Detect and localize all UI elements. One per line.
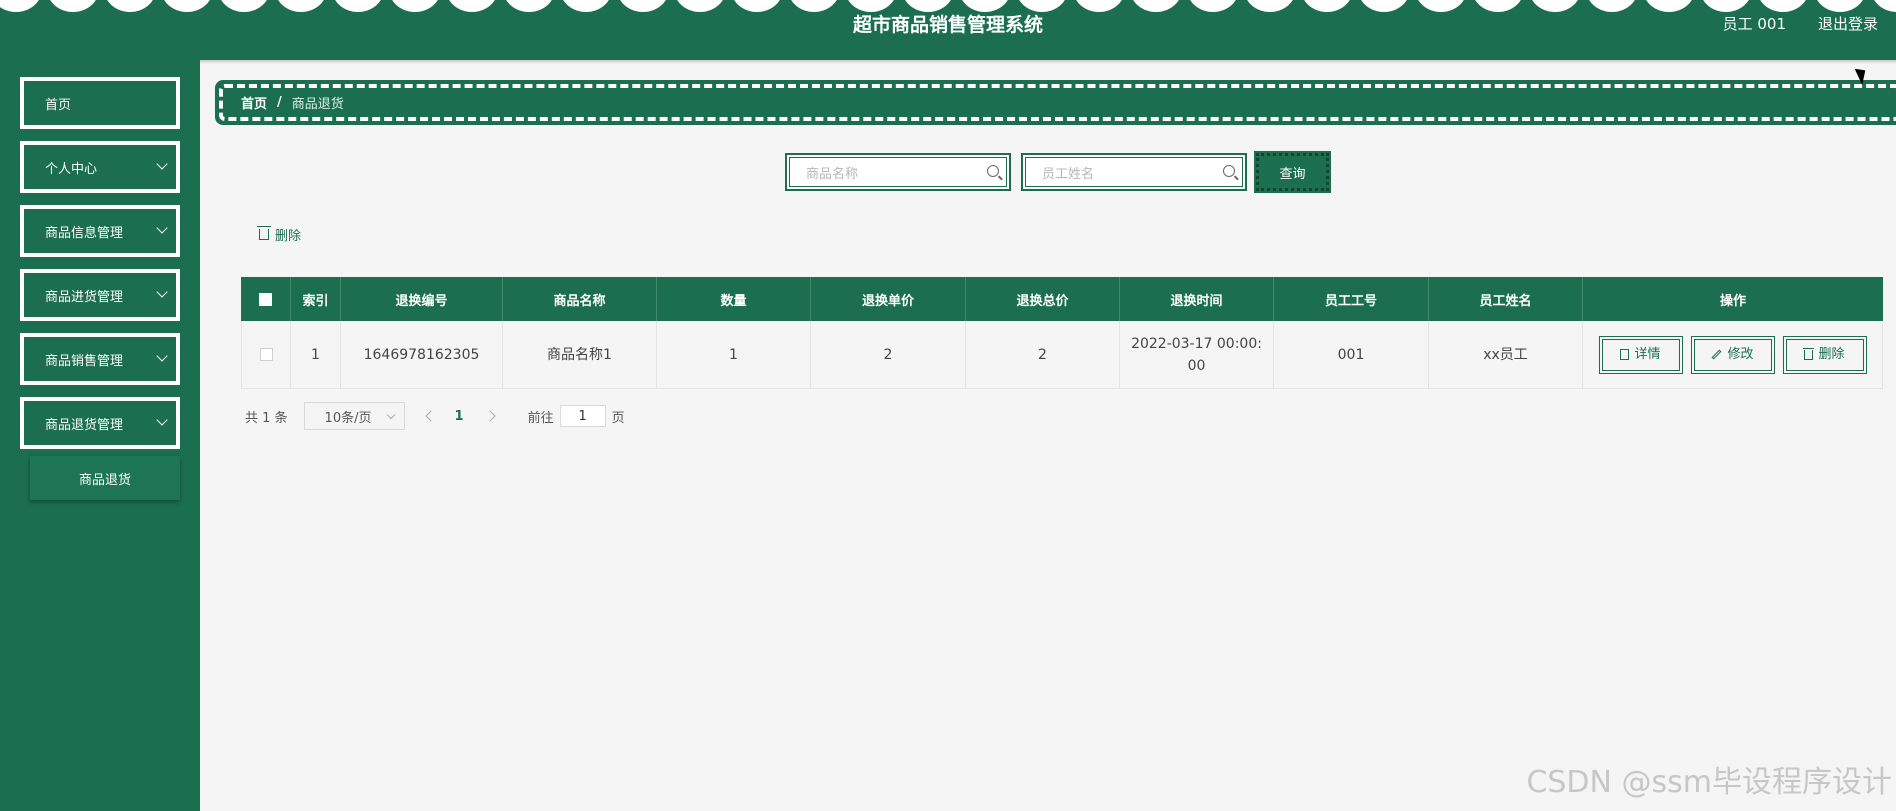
column-header: 索引 (291, 277, 341, 321)
sidebar-item-home[interactable]: 首页 (20, 77, 180, 129)
cell-product-name: 商品名称1 (503, 321, 657, 388)
breadcrumb: 首页 / 商品退货 (215, 80, 1896, 125)
returns-table: 索引 退换编号 商品名称 数量 退换单价 退换总价 退换时间 员工工号 员工姓名… (241, 277, 1883, 389)
search-icon (1223, 165, 1235, 177)
goto-page-input[interactable]: 1 (559, 405, 606, 427)
breadcrumb-inner: 首页 / 商品退货 (219, 84, 1896, 121)
cell-employee-name: xx员工 (1429, 321, 1583, 388)
select-all-checkbox[interactable] (259, 292, 272, 306)
app-title: 超市商品销售管理系统 (852, 14, 1043, 36)
sidebar-item-label: 个人中心 (45, 161, 98, 177)
header-bar: 超市商品销售管理系统 员工 001 退出登录 (0, 0, 1896, 60)
pencil-icon (1712, 349, 1722, 360)
chevron-down-icon (386, 410, 395, 420)
page-number-current[interactable]: 1 (455, 409, 464, 424)
breadcrumb-separator: / (277, 95, 282, 110)
sidebar: 首页 个人中心 商品信息管理 商品进货管理 商品销售管理 商品退货管理 商品退货 (0, 60, 200, 811)
query-button[interactable]: 查询 (1254, 151, 1331, 193)
breadcrumb-home[interactable]: 首页 (241, 93, 267, 112)
column-header: 员工工号 (1274, 277, 1429, 321)
sidebar-subitem-product-return[interactable]: 商品退货 (30, 456, 180, 500)
select-all-cell (241, 277, 291, 321)
chevron-down-icon (156, 286, 168, 298)
goto-suffix: 页 (611, 410, 625, 426)
page-size-select[interactable]: 10条/页 (303, 402, 405, 430)
total-count: 共 1 条 (245, 410, 288, 426)
column-header: 退换总价 (966, 277, 1120, 321)
cell-employee-id: 001 (1274, 321, 1429, 388)
chevron-down-icon (156, 350, 168, 362)
goto-label: 前往 (527, 410, 554, 426)
pagination: 共 1 条 10条/页 1 前往 1 页 (245, 402, 625, 430)
current-user-label: 员工 001 (1722, 15, 1786, 33)
column-header: 商品名称 (503, 277, 657, 321)
sidebar-item-sales[interactable]: 商品销售管理 (20, 333, 180, 385)
sidebar-item-returns[interactable]: 商品退货管理 (20, 397, 180, 449)
table-row: 1 1646978162305 商品名称1 1 2 2 2022-03-17 0… (241, 321, 1883, 389)
row-checkbox[interactable] (259, 348, 273, 361)
cell-actions: 详情 修改 删除 (1583, 321, 1883, 388)
edit-label: 修改 (1727, 346, 1754, 362)
product-name-placeholder: 商品名称 (806, 166, 859, 182)
prev-page-icon[interactable] (424, 410, 437, 422)
employee-name-search[interactable]: 员工姓名 (1021, 153, 1247, 191)
row-select-cell (241, 321, 291, 388)
header-shadow (0, 60, 1896, 64)
sidebar-item-personal-center[interactable]: 个人中心 (20, 141, 180, 193)
employee-name-placeholder: 员工姓名 (1042, 166, 1095, 182)
cell-unit-price: 2 (811, 321, 966, 388)
cell-total-price: 2 (966, 321, 1120, 388)
sidebar-item-label: 商品信息管理 (45, 225, 124, 241)
column-header: 退换时间 (1120, 277, 1274, 321)
sidebar-item-product-info[interactable]: 商品信息管理 (20, 205, 180, 257)
trash-icon (1803, 347, 1815, 360)
table-header: 索引 退换编号 商品名称 数量 退换单价 退换总价 退换时间 员工工号 员工姓名… (241, 277, 1883, 321)
cell-return-no: 1646978162305 (341, 321, 503, 388)
page-size-value: 10条/页 (324, 410, 372, 426)
watermark-text: CSDN @ssm毕设程序设计 (1526, 765, 1892, 800)
sidebar-item-label: 商品销售管理 (45, 353, 124, 369)
logout-link[interactable]: 退出登录 (1818, 13, 1878, 34)
delete-button[interactable]: 删除 (1782, 335, 1867, 374)
chevron-down-icon (156, 414, 168, 426)
product-name-search[interactable]: 商品名称 (785, 153, 1011, 191)
column-header: 员工姓名 (1429, 277, 1583, 321)
column-header: 退换编号 (341, 277, 503, 321)
chevron-down-icon (156, 158, 168, 170)
sidebar-item-purchase[interactable]: 商品进货管理 (20, 269, 180, 321)
batch-delete-label: 删除 (275, 229, 302, 244)
column-header: 退换单价 (811, 277, 966, 321)
batch-delete-button[interactable]: 删除 (257, 225, 302, 244)
column-header: 数量 (657, 277, 811, 321)
search-icon (987, 165, 999, 177)
delete-label: 删除 (1818, 346, 1845, 362)
breadcrumb-current: 商品退货 (291, 97, 344, 112)
edit-button[interactable]: 修改 (1690, 335, 1775, 374)
next-page-icon[interactable] (483, 410, 496, 422)
cell-index: 1 (291, 321, 341, 388)
cell-quantity: 1 (657, 321, 811, 388)
sidebar-item-label: 首页 (45, 97, 72, 113)
detail-label: 详情 (1634, 346, 1661, 362)
cell-return-time: 2022-03-17 00:00:00 (1120, 321, 1274, 388)
document-icon (1620, 349, 1630, 360)
column-header: 操作 (1719, 293, 1746, 309)
detail-button[interactable]: 详情 (1598, 335, 1683, 374)
sidebar-item-label: 商品退货管理 (45, 417, 124, 433)
chevron-down-icon (156, 222, 168, 234)
sidebar-item-label: 商品进货管理 (45, 289, 124, 305)
trash-icon (257, 226, 271, 240)
